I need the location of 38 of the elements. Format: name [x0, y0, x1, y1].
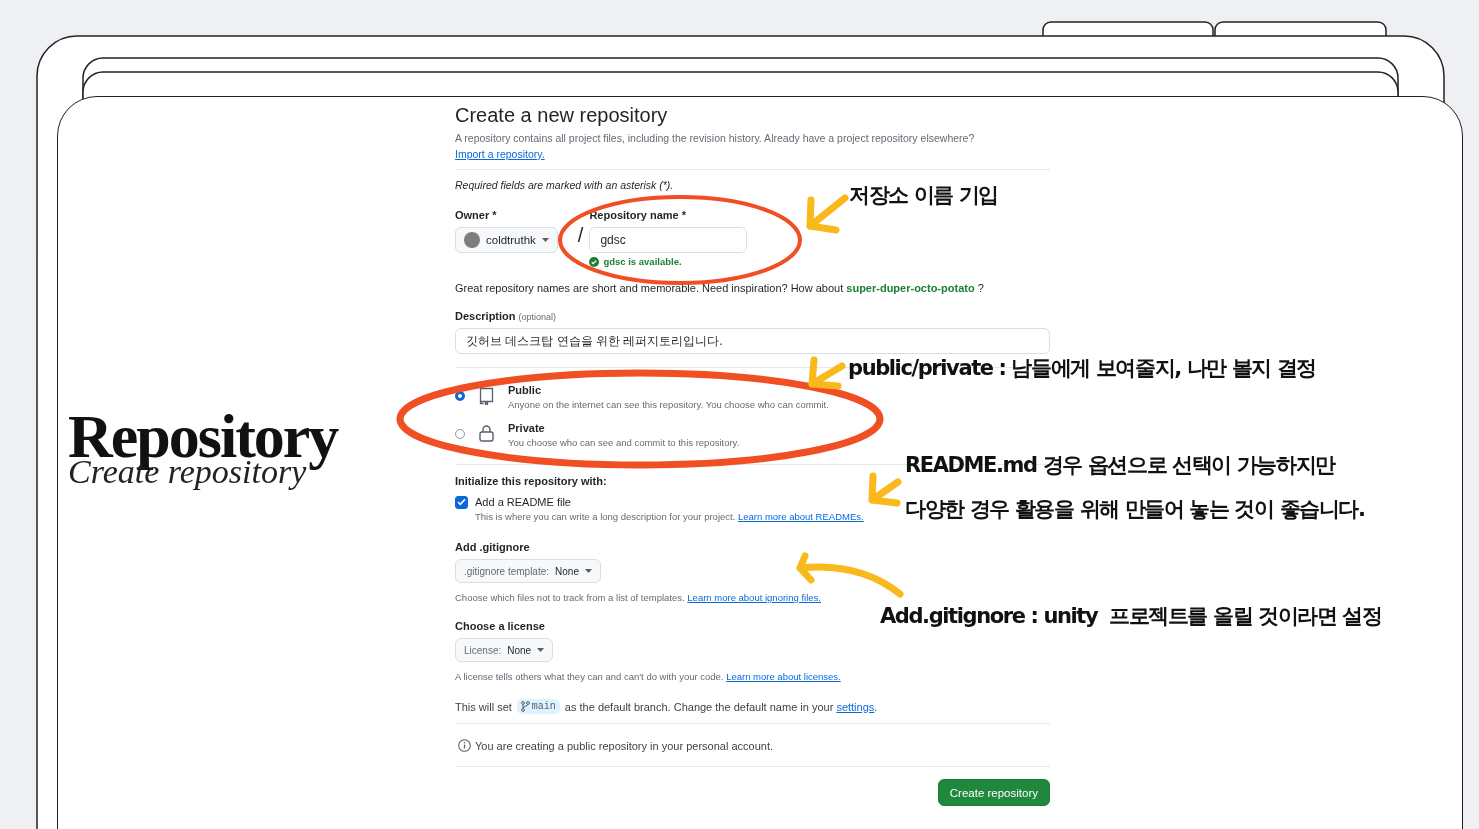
learn-more-link[interactable]: Learn more about ignoring files. — [687, 592, 821, 603]
visibility-description: You choose who can see and commit to this repository. — [508, 436, 740, 450]
readme-label: Add a README file — [475, 495, 571, 509]
repo-name-input[interactable]: gdsc — [589, 227, 748, 253]
initialize-heading: Initialize this repository with: — [455, 474, 608, 488]
create-repository-button[interactable]: Create repository — [937, 779, 1050, 806]
annotation-text: public/private : 남들에게 보여줄지, 나만 볼지 결정 — [848, 355, 1317, 382]
annotation-text: Add.gitignore : unity 프로젝트를 올릴 것이라면 설정 — [880, 603, 1382, 630]
template-select[interactable]: License: None — [455, 638, 554, 662]
visibility-label: Private — [508, 421, 546, 435]
path-separator: / — [577, 224, 584, 247]
description-label: Description (optional) — [455, 309, 558, 324]
branch-note: as the default branch. Change the default name in your settings. — [564, 700, 878, 713]
readmes-link[interactable]: Learn more about READMEs. — [737, 511, 864, 522]
import-link[interactable]: Import a repository. — [455, 148, 545, 160]
branch-note: This will set — [455, 700, 512, 713]
annotation-text: README.md 경우 옵션으로 선택이 가능하지만 다양한 경우 활용을 위해 만들어 놓는 것이 좋습니다. — [905, 452, 1365, 523]
page-title: Create a new repository — [455, 103, 669, 127]
learn-more-link[interactable]: Learn more about licenses. — [726, 671, 841, 682]
section-heading: Choose a license — [455, 619, 546, 633]
readme-description: This is where you can write a long description for your project. Learn more about READMEs. — [475, 510, 864, 524]
required-note: Required fields are marked with an asterisk (*). — [455, 179, 675, 191]
owner-select[interactable]: coldtruthk — [455, 227, 558, 253]
visibility-description: Anyone on the internet can see this repository. You choose who can commit. — [508, 398, 829, 412]
owner-label: Owner * — [455, 208, 498, 222]
info-message: You are creating a public repository in your personal account. — [475, 739, 773, 752]
annotation-text: 저장소 이름 기입 — [849, 182, 999, 209]
availability-status: gdsc is available. — [603, 256, 682, 267]
branch-badge: main — [516, 699, 560, 714]
name-suggestion: Great repository names are short and memorable. Need inspiration? How about super-duper-octo-potato ? — [455, 281, 984, 296]
description-input[interactable]: 깃허브 데스크탑 연습을 위한 레퍼지토리입니다. — [455, 328, 1050, 354]
help-text: Choose which files not to track from a list of templates. Learn more about ignoring files. — [455, 591, 821, 605]
intro-text: A repository contains all project files, including the revision history. Already have a project repository elsewhere? — [455, 131, 975, 146]
section-heading: Add .gitignore — [455, 540, 531, 554]
help-text: A license tells others what they can and can't do with your code. Learn more about licenses. — [455, 670, 841, 684]
repo-name-label: Repository name * — [589, 208, 687, 222]
template-select[interactable]: .gitignore template: None — [455, 559, 601, 583]
visibility-label: Public — [508, 383, 542, 397]
